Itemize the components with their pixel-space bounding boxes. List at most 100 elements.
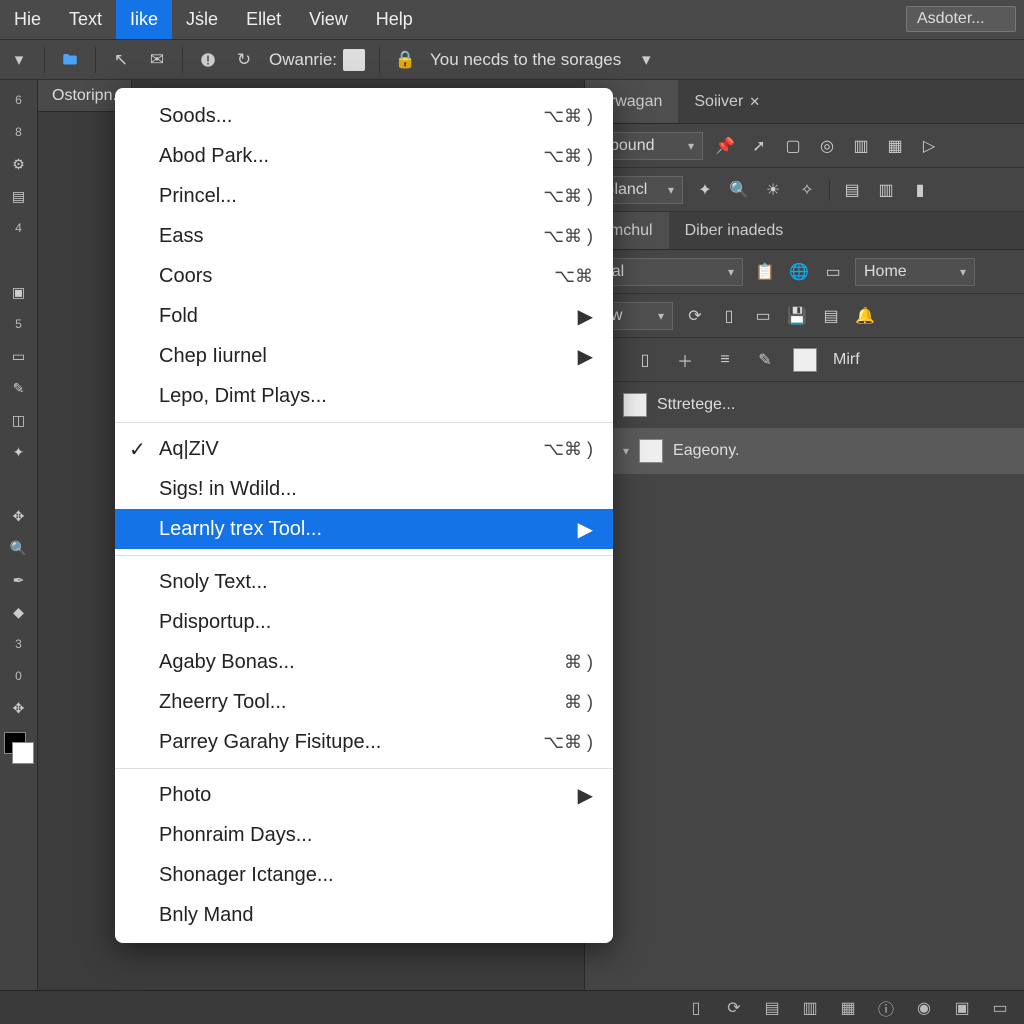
layer-row-1[interactable]: ▾ Eageony.	[585, 428, 1024, 474]
menuitem-abod-park[interactable]: Abod Park...⌥⌘ )	[115, 136, 613, 176]
menuitem-snoly-text[interactable]: Snoly Text...	[115, 562, 613, 602]
pin-icon[interactable]: 📌	[713, 134, 737, 158]
tool-brush-icon[interactable]: ✎	[5, 374, 33, 402]
menu-view[interactable]: View	[295, 0, 362, 39]
pointer-icon[interactable]: ↖	[110, 49, 132, 71]
align-left-icon[interactable]: ▤	[840, 178, 864, 202]
subtab-diber[interactable]: Dіber inadeds	[669, 212, 800, 249]
menu-jsle[interactable]: Jṡle	[172, 0, 232, 39]
chevron-down-icon[interactable]: ▾	[635, 49, 657, 71]
sun-icon[interactable]: ☀	[761, 178, 785, 202]
lock-icon[interactable]: 🔒	[394, 49, 416, 71]
tool-zoom-icon[interactable]: 🔍	[5, 534, 33, 562]
color-swatch[interactable]	[793, 348, 817, 372]
target-icon[interactable]: ◎	[815, 134, 839, 158]
menu-ike[interactable]: Iіke	[116, 0, 172, 39]
menuitem-parrey[interactable]: Parrey Garahy Fisitupe...⌥⌘ )	[115, 722, 613, 762]
status-panel-icon[interactable]: ▤	[762, 998, 782, 1018]
background-color[interactable]	[12, 742, 34, 764]
menu-ellet[interactable]: Ellet	[232, 0, 295, 39]
menu-hie[interactable]: Hie	[0, 0, 55, 39]
tool-crop-icon[interactable]: ▣	[5, 278, 33, 306]
menuitem-eass[interactable]: Eass⌥⌘ )	[115, 216, 613, 256]
tool-rect-icon[interactable]: ▭	[5, 342, 33, 370]
menuitem-fold[interactable]: Fold▶	[115, 296, 613, 336]
owanrie-dropdown[interactable]: Owanrie:	[269, 49, 365, 71]
close-icon[interactable]: ✕	[749, 94, 760, 110]
status-stack-icon[interactable]: ▦	[838, 998, 858, 1018]
play-icon[interactable]: ▷	[917, 134, 941, 158]
folder-icon[interactable]	[59, 49, 81, 71]
tool-eraser-icon[interactable]: ◫	[5, 406, 33, 434]
menuitem-pdisportup[interactable]: Pdisportup...	[115, 602, 613, 642]
stack-icon[interactable]: ▥	[849, 134, 873, 158]
layer-row-0[interactable]: ✓ Sttretege...	[585, 382, 1024, 428]
grid-icon[interactable]: ▦	[883, 134, 907, 158]
chevron-down-icon[interactable]: ▾	[623, 444, 629, 458]
menuitem-lepo[interactable]: Lepo, Dimt Plays...	[115, 376, 613, 416]
status-badge-icon[interactable]: ▭	[990, 998, 1010, 1018]
tool-camera-icon[interactable]: ▤	[5, 182, 33, 210]
doc2-icon[interactable]: ▯	[633, 348, 657, 372]
menuitem-shonager[interactable]: Shonager Iсtange...	[115, 855, 613, 895]
calc-icon[interactable]: ▤	[819, 304, 843, 328]
bars-icon[interactable]: ≡	[713, 348, 737, 372]
sync-icon[interactable]: ⟳	[683, 304, 707, 328]
panel-tab-soiver[interactable]: Soiіver✕	[678, 80, 776, 123]
menuitem-aqziv[interactable]: ✓Aq|ZіV⌥⌘ )	[115, 429, 613, 469]
tool-6[interactable]: 6	[5, 86, 33, 114]
tool-shapes-icon[interactable]: ◆	[5, 598, 33, 626]
status-sync-icon[interactable]: ⟳	[724, 998, 744, 1018]
tool-settings-icon[interactable]: ✦	[5, 438, 33, 466]
menuitem-bnly-mand[interactable]: Bnly Mand	[115, 895, 613, 935]
status-info-icon[interactable]: ⓘ	[876, 998, 896, 1018]
search-input[interactable]: Asdoter...	[906, 6, 1016, 32]
align-center-icon[interactable]: ▥	[874, 178, 898, 202]
menuitem-coors[interactable]: Coors⌥⌘	[115, 256, 613, 296]
wand-icon[interactable]: ✧	[795, 178, 819, 202]
menuitem-princel[interactable]: Princel...⌥⌘ )	[115, 176, 613, 216]
doc-icon[interactable]: ▯	[717, 304, 741, 328]
menu-text[interactable]: Text	[55, 0, 116, 39]
tool-move-icon[interactable]: ✥	[5, 694, 33, 722]
status-layers-icon[interactable]: ▥	[800, 998, 820, 1018]
menuitem-zheerry-tool[interactable]: Zheerry Tool...⌘ )	[115, 682, 613, 722]
plus-icon[interactable]: ＋	[673, 348, 697, 372]
tool-3[interactable]: 3	[5, 630, 33, 658]
tool-gear-icon[interactable]: ⚙	[5, 150, 33, 178]
menu-help[interactable]: Help	[362, 0, 427, 39]
menuitem-phonraim-days[interactable]: Phonraim Days...	[115, 815, 613, 855]
pencil-icon[interactable]: ✎	[753, 348, 777, 372]
menuitem-soods[interactable]: Soods...⌥⌘ )	[115, 96, 613, 136]
status-doc-icon[interactable]: ▯	[686, 998, 706, 1018]
globe-icon[interactable]: 🌐	[787, 260, 811, 284]
menuitem-agaby-bonas[interactable]: Agaby Bonas...⌘ )	[115, 642, 613, 682]
menuitem-learnly-trex-tool[interactable]: Learnly trex Tool...▶	[115, 509, 613, 549]
menuitem-chep-inurnel[interactable]: Chep Iіurnel▶	[115, 336, 613, 376]
arrow-icon[interactable]: ➚	[747, 134, 771, 158]
page-icon[interactable]: ▭	[751, 304, 775, 328]
tool-8[interactable]: 8	[5, 118, 33, 146]
chevron-down-icon[interactable]: ▾	[8, 49, 30, 71]
home-dropdown[interactable]: Home▾	[855, 258, 975, 286]
refresh-icon[interactable]: ↻	[233, 49, 255, 71]
alert-icon[interactable]	[197, 49, 219, 71]
menuitem-sigs[interactable]: Sigs! in Wdіld...	[115, 469, 613, 509]
clipboard-icon[interactable]: 📋	[753, 260, 777, 284]
status-square-icon[interactable]: ▣	[952, 998, 972, 1018]
tool-4[interactable]: 4	[5, 214, 33, 242]
tral-dropdown[interactable]: tral▾	[593, 258, 743, 286]
box-icon[interactable]: ▢	[781, 134, 805, 158]
status-chrome-icon[interactable]: ◉	[914, 998, 934, 1018]
save-icon[interactable]: 💾	[785, 304, 809, 328]
tool-5[interactable]: 5	[5, 310, 33, 338]
menuitem-photo[interactable]: Photo▶	[115, 775, 613, 815]
search-icon[interactable]: 🔍	[727, 178, 751, 202]
tool-hand-icon[interactable]: ✥	[5, 502, 33, 530]
sparkle-icon[interactable]: ✦	[693, 178, 717, 202]
id-icon[interactable]: ▭	[821, 260, 845, 284]
tool-pen-icon[interactable]: ✒	[5, 566, 33, 594]
bell-icon[interactable]: 🔔	[853, 304, 877, 328]
columns-icon[interactable]: ▮	[908, 178, 932, 202]
tool-0[interactable]: 0	[5, 662, 33, 690]
